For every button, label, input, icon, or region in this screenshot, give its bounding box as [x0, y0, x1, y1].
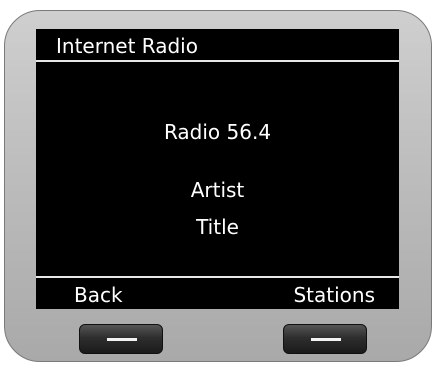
right-softkey-button[interactable] [283, 324, 367, 354]
station-name: Radio 56.4 [163, 120, 272, 144]
softkey-stations-label: Stations [293, 283, 375, 307]
page-title: Internet Radio [56, 34, 198, 58]
minus-icon [311, 338, 341, 341]
title-bar: Internet Radio [36, 29, 399, 61]
minus-icon [107, 338, 137, 341]
softkey-back-label: Back [74, 283, 123, 307]
artist-label: Artist [190, 178, 245, 202]
title-divider [36, 60, 399, 62]
track-title-label: Title [196, 215, 239, 239]
softkey-divider [36, 276, 399, 278]
left-softkey-button[interactable] [79, 324, 163, 354]
display-screen: Internet Radio Radio 56.4 Artist Title B… [36, 29, 399, 309]
